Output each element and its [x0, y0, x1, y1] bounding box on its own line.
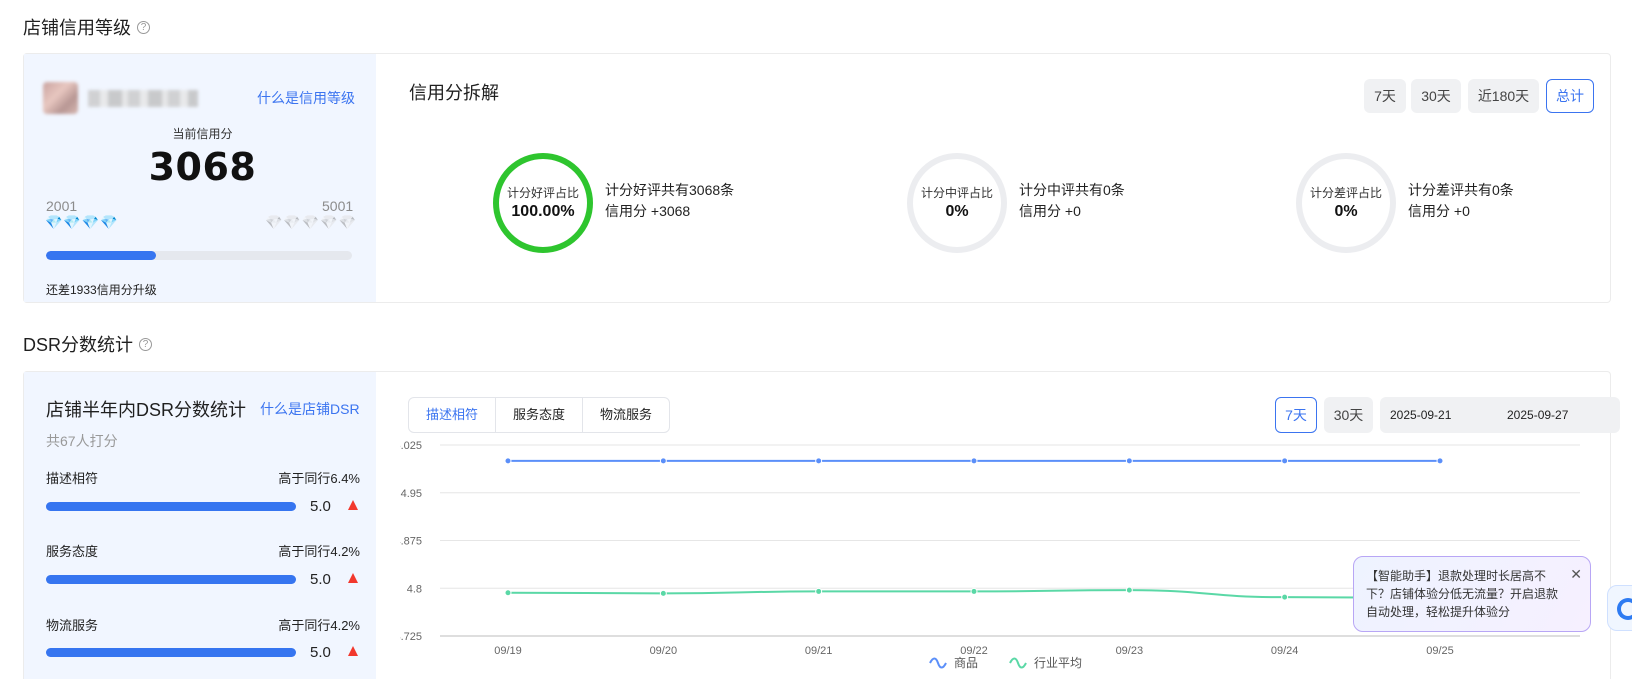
dsr-rating-count: 共67人打分	[46, 433, 118, 449]
shop-avatar	[43, 82, 78, 114]
up-arrow-icon	[348, 646, 358, 656]
credit-section-title-text: 店铺信用等级	[23, 18, 131, 38]
dsr-item-name: 服务态度	[46, 544, 99, 559]
data-point	[815, 587, 823, 595]
data-point	[1436, 457, 1444, 465]
question-circle-icon[interactable]: ?	[139, 337, 153, 351]
data-point	[1281, 593, 1289, 601]
dsr-section-title-text: DSR分数统计	[23, 335, 134, 355]
what-is-dsr-link[interactable]: 什么是店铺DSR	[260, 399, 360, 419]
mid-review-count: 计分中评共有0条	[1019, 182, 1125, 198]
dsr-item-bar	[46, 648, 296, 657]
x-tick-label: 09/24	[1271, 645, 1299, 657]
dsr-period-7d-button[interactable]: 7天	[1275, 397, 1317, 433]
dsr-item-score: 5.0	[310, 644, 331, 661]
x-tick-label: 09/23	[1116, 645, 1144, 657]
dsr-item-name: 物流服务	[46, 618, 99, 633]
mid-ring-value: 0%	[945, 203, 969, 220]
data-point	[970, 457, 978, 465]
credit-progress-bar	[46, 251, 352, 260]
y-tick-label: 4.725	[400, 631, 422, 643]
upgrade-hint: 还差1933信用分升级	[46, 283, 157, 297]
dsr-period-30d-button[interactable]: 30天	[1324, 397, 1373, 433]
legend-label: 行业平均	[1034, 656, 1082, 670]
shop-name-blurred	[88, 90, 198, 107]
data-point	[970, 587, 978, 595]
x-tick-label: 09/25	[1426, 645, 1454, 657]
date-range-picker[interactable]: 2025-09-21 2025-09-27	[1380, 397, 1620, 433]
legend-marker	[929, 657, 947, 669]
dsr-metric-tabs: 描述相符 服务态度 物流服务	[408, 397, 671, 433]
bad-review-desc: 计分差评共有0条 信用分 +0	[1408, 180, 1514, 222]
current-credit-score: 3068	[148, 145, 257, 189]
y-tick-label: 4.875	[400, 536, 422, 548]
legend-marker	[1009, 657, 1027, 669]
data-point	[504, 457, 512, 465]
mid-review-desc: 计分中评共有0条 信用分 +0	[1019, 180, 1125, 222]
question-circle-icon[interactable]: ?	[137, 20, 150, 34]
dsr-item-bar	[46, 502, 296, 511]
data-point	[1125, 457, 1133, 465]
up-arrow-icon	[348, 573, 358, 583]
dsr-item-name: 描述相符	[46, 471, 99, 486]
credit-progress-fill	[46, 251, 157, 260]
good-ring-value: 100.00%	[511, 203, 575, 220]
current-level-diamond-icons: 💎💎💎💎	[45, 214, 119, 230]
bad-review-score: 信用分 +0	[1408, 203, 1470, 219]
dsr-item-compare: 高于同行4.2%	[278, 618, 360, 633]
period-180d-button[interactable]: 近180天	[1468, 79, 1539, 113]
x-tick-label: 09/20	[650, 645, 678, 657]
period-30d-button[interactable]: 30天	[1411, 79, 1461, 113]
dsr-item-score: 5.0	[310, 571, 331, 588]
data-point	[815, 457, 823, 465]
data-point	[1281, 457, 1289, 465]
dsr-section-title: DSR分数统计 ?	[23, 331, 153, 357]
range-min: 2001	[46, 198, 78, 214]
floating-service-button[interactable]	[1607, 585, 1632, 631]
current-score-label: 当前信用分	[172, 127, 233, 141]
range-max: 5001	[322, 198, 354, 214]
bad-ring-value: 0%	[1334, 203, 1358, 220]
data-point	[659, 457, 667, 465]
x-tick-label: 09/19	[494, 645, 522, 657]
good-ring-label: 计分好评占比	[506, 186, 579, 200]
period-total-button[interactable]: 总计	[1546, 79, 1594, 113]
date-start[interactable]: 2025-09-21	[1390, 408, 1451, 422]
y-tick-label: 4.8	[407, 583, 422, 595]
next-level-diamond-icons: 💎💎💎💎💎	[265, 214, 358, 230]
dsr-item-compare: 高于同行4.2%	[278, 544, 360, 559]
dsr-item-compare: 高于同行6.4%	[278, 471, 360, 486]
bad-review-count: 计分差评共有0条	[1408, 182, 1514, 198]
service-logo-icon	[1617, 598, 1632, 620]
mid-ring-label: 计分中评占比	[920, 186, 993, 200]
mid-review-score: 信用分 +0	[1019, 203, 1081, 219]
data-point	[1125, 586, 1133, 594]
data-point	[659, 589, 667, 597]
breakdown-title: 信用分拆解	[409, 83, 499, 103]
y-tick-label: 4.95	[401, 488, 422, 500]
good-review-score: 信用分 +3068	[605, 203, 691, 219]
good-review-desc: 计分好评共有3068条 信用分 +3068	[605, 180, 734, 222]
dsr-item-score: 5.0	[310, 498, 331, 515]
data-point	[504, 589, 512, 597]
tab-describe[interactable]: 描述相符	[409, 398, 497, 432]
assistant-text: 【智能助手】退款处理时长居高不下？店铺体验分低无流量？开启退款自动处理，轻松提升…	[1366, 569, 1559, 619]
dsr-panel-title: 店铺半年内DSR分数统计	[46, 400, 247, 420]
close-icon[interactable]: ✕	[1570, 565, 1582, 583]
good-review-count: 计分好评共有3068条	[605, 182, 735, 198]
bad-ring-label: 计分差评占比	[1309, 186, 1382, 200]
tab-service[interactable]: 服务态度	[496, 398, 584, 432]
tab-logistics[interactable]: 物流服务	[583, 398, 669, 432]
legend-label: 商品	[954, 655, 978, 670]
dsr-item-bar	[46, 575, 296, 584]
smart-assistant-popup[interactable]: 【智能助手】退款处理时长居高不下？店铺体验分低无流量？开启退款自动处理，轻松提升…	[1353, 556, 1591, 632]
up-arrow-icon	[348, 500, 358, 510]
period-7d-button[interactable]: 7天	[1364, 79, 1406, 113]
x-tick-label: 09/21	[805, 645, 833, 657]
credit-section-title: 店铺信用等级 ?	[23, 14, 150, 40]
date-end[interactable]: 2025-09-27	[1507, 408, 1568, 422]
y-tick-label: 5.025	[400, 440, 422, 452]
what-is-credit-level-link[interactable]: 什么是信用等级	[257, 88, 355, 108]
